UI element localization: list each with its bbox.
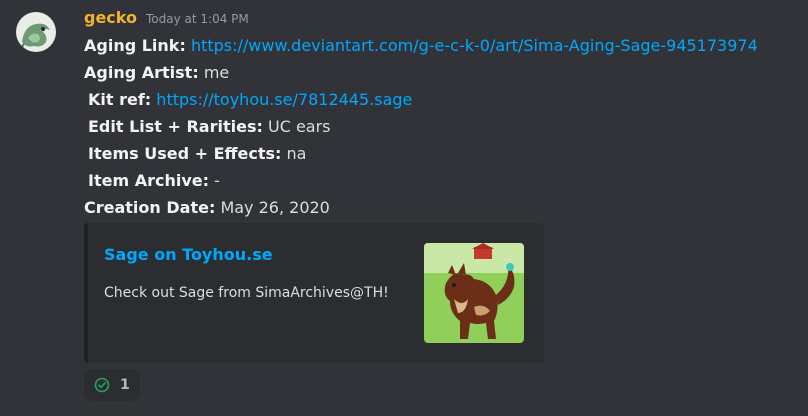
check-circle-icon: [94, 377, 110, 393]
field-label: Edit List + Rarities:: [88, 117, 263, 136]
reaction-count: 1: [120, 377, 130, 393]
reaction-check[interactable]: 1: [84, 369, 140, 401]
field-aging-link: Aging Link: https://www.deviantart.com/g…: [84, 35, 758, 57]
field-value: -: [214, 171, 220, 190]
gecko-avatar-icon: [16, 12, 56, 52]
field-creation-date: Creation Date: May 26, 2020: [84, 197, 330, 219]
timestamp[interactable]: Today at 1:04 PM: [146, 8, 249, 30]
avatar[interactable]: [16, 12, 56, 52]
field-label: Items Used + Effects:: [88, 144, 282, 163]
embed-thumbnail[interactable]: [424, 243, 524, 343]
embed-title[interactable]: Sage on Toyhou.se: [104, 245, 273, 264]
field-item-archive: Item Archive: -: [88, 170, 220, 192]
field-label: Item Archive:: [88, 171, 210, 190]
field-label: Creation Date:: [84, 198, 216, 217]
field-edit-list: Edit List + Rarities: UC ears: [88, 116, 331, 138]
field-value: May 26, 2020: [220, 198, 330, 217]
embed-description: Check out Sage from SimaArchives@TH!: [104, 285, 389, 301]
character-art-thumbnail-icon: [424, 243, 524, 343]
field-label: Aging Link:: [84, 36, 186, 55]
link-embed: Sage on Toyhou.se Check out Sage from Si…: [84, 223, 544, 363]
message-header: gecko Today at 1:04 PM: [84, 7, 249, 31]
field-aging-artist: Aging Artist: me: [84, 62, 229, 84]
field-value: UC ears: [267, 117, 331, 136]
field-items-used: Items Used + Effects: na: [88, 143, 306, 165]
aging-link[interactable]: https://www.deviantart.com/g-e-c-k-0/art…: [191, 36, 758, 55]
field-label: Kit ref:: [88, 90, 152, 109]
kit-ref-link[interactable]: https://toyhou.se/7812445.sage: [156, 90, 412, 109]
field-value: me: [203, 63, 230, 82]
field-kit-ref: Kit ref: https://toyhou.se/7812445.sage: [88, 89, 412, 111]
field-value: na: [286, 144, 307, 163]
field-label: Aging Artist:: [84, 63, 199, 82]
username[interactable]: gecko: [84, 7, 137, 29]
